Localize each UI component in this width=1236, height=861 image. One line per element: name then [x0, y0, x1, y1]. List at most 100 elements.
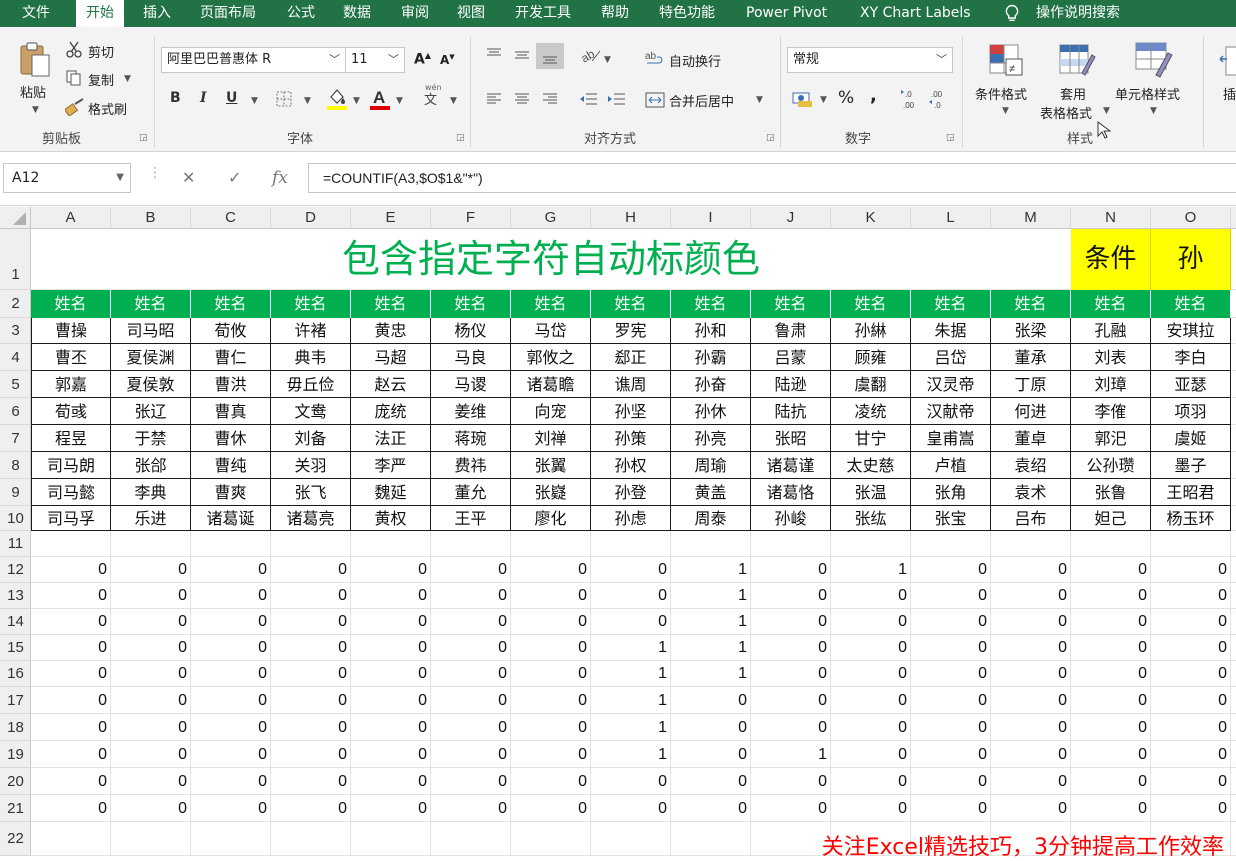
count-cell[interactable]: 0 — [351, 687, 431, 714]
count-cell[interactable]: 0 — [591, 768, 671, 795]
name-cell[interactable]: 吕蒙 — [751, 344, 831, 371]
count-cell[interactable]: 1 — [751, 741, 831, 768]
name-cell[interactable]: 公孙瓒 — [1071, 452, 1151, 479]
name-cell[interactable]: 孙霸 — [671, 344, 751, 371]
count-cell[interactable]: 0 — [911, 795, 991, 822]
name-cell[interactable]: 司马孚 — [31, 506, 111, 531]
count-cell[interactable]: 0 — [511, 687, 591, 714]
name-cell[interactable]: 诸葛谨 — [751, 452, 831, 479]
name-cell[interactable]: 陆逊 — [751, 371, 831, 398]
name-cell[interactable]: 虞姬 — [1151, 425, 1231, 452]
name-cell[interactable]: 袁术 — [991, 479, 1071, 506]
header-cell[interactable]: 姓名 — [351, 290, 431, 318]
count-cell[interactable]: 0 — [351, 741, 431, 768]
name-cell[interactable]: 张郃 — [111, 452, 191, 479]
count-cell[interactable]: 1 — [671, 661, 751, 687]
count-cell[interactable]: 0 — [111, 741, 191, 768]
name-cell[interactable]: 夏侯渊 — [111, 344, 191, 371]
count-cell[interactable]: 0 — [1151, 635, 1231, 661]
count-cell[interactable]: 1 — [591, 661, 671, 687]
count-cell[interactable]: 0 — [1071, 609, 1151, 635]
name-cell[interactable]: 诸葛诞 — [191, 506, 271, 531]
name-cell[interactable]: 董卓 — [991, 425, 1071, 452]
header-cell[interactable]: 姓名 — [911, 290, 991, 318]
count-cell[interactable]: 0 — [831, 768, 911, 795]
name-cell[interactable]: 孙坚 — [591, 398, 671, 425]
name-cell[interactable]: 张温 — [831, 479, 911, 506]
count-cell[interactable]: 0 — [511, 557, 591, 583]
count-cell[interactable]: 0 — [31, 661, 111, 687]
count-cell[interactable]: 1 — [671, 635, 751, 661]
name-cell[interactable]: 顾雍 — [831, 344, 911, 371]
name-cell[interactable]: 王平 — [431, 506, 511, 531]
name-cell[interactable]: 刘备 — [271, 425, 351, 452]
name-cell[interactable]: 诸葛瞻 — [511, 371, 591, 398]
count-cell[interactable]: 0 — [31, 714, 111, 741]
count-cell[interactable]: 0 — [911, 768, 991, 795]
header-cell[interactable]: 姓名 — [111, 290, 191, 318]
count-cell[interactable]: 0 — [1071, 687, 1151, 714]
name-cell[interactable]: 孙峻 — [751, 506, 831, 531]
name-cell[interactable]: 何进 — [991, 398, 1071, 425]
name-cell[interactable]: 孙亮 — [671, 425, 751, 452]
count-cell[interactable]: 0 — [991, 661, 1071, 687]
count-cell[interactable]: 0 — [351, 714, 431, 741]
count-cell[interactable]: 0 — [431, 557, 511, 583]
name-cell[interactable]: 张梁 — [991, 318, 1071, 344]
name-cell[interactable]: 亚瑟 — [1151, 371, 1231, 398]
count-cell[interactable]: 0 — [431, 687, 511, 714]
name-cell[interactable]: 杨仪 — [431, 318, 511, 344]
header-cell[interactable]: 姓名 — [1071, 290, 1151, 318]
count-cell[interactable]: 0 — [751, 714, 831, 741]
count-cell[interactable]: 0 — [511, 635, 591, 661]
count-cell[interactable]: 1 — [591, 714, 671, 741]
count-cell[interactable]: 0 — [591, 795, 671, 822]
name-cell[interactable]: 姜维 — [431, 398, 511, 425]
header-cell[interactable]: 姓名 — [991, 290, 1071, 318]
count-cell[interactable]: 0 — [831, 609, 911, 635]
name-cell[interactable]: 马超 — [351, 344, 431, 371]
count-cell[interactable]: 0 — [31, 583, 111, 609]
name-cell[interactable]: 毋丘俭 — [271, 371, 351, 398]
count-cell[interactable]: 0 — [31, 741, 111, 768]
name-cell[interactable]: 法正 — [351, 425, 431, 452]
count-cell[interactable]: 0 — [1151, 795, 1231, 822]
name-cell[interactable]: 张宝 — [911, 506, 991, 531]
count-cell[interactable]: 0 — [991, 768, 1071, 795]
count-cell[interactable]: 0 — [271, 635, 351, 661]
name-cell[interactable]: 张翼 — [511, 452, 591, 479]
name-cell[interactable]: 司马朗 — [31, 452, 111, 479]
name-cell[interactable]: 周泰 — [671, 506, 751, 531]
name-cell[interactable]: 诸葛恪 — [751, 479, 831, 506]
count-cell[interactable]: 0 — [191, 768, 271, 795]
count-cell[interactable]: 0 — [271, 768, 351, 795]
header-cell[interactable]: 姓名 — [31, 290, 111, 318]
count-cell[interactable]: 0 — [191, 687, 271, 714]
name-cell[interactable]: 曹纯 — [191, 452, 271, 479]
name-cell[interactable]: 郭嘉 — [31, 371, 111, 398]
count-cell[interactable]: 0 — [831, 714, 911, 741]
name-cell[interactable]: 张辽 — [111, 398, 191, 425]
name-cell[interactable]: 孙和 — [671, 318, 751, 344]
name-cell[interactable]: 卢植 — [911, 452, 991, 479]
count-cell[interactable]: 0 — [351, 661, 431, 687]
name-cell[interactable]: 张纮 — [831, 506, 911, 531]
count-cell[interactable]: 0 — [191, 741, 271, 768]
count-cell[interactable]: 0 — [1071, 661, 1151, 687]
count-cell[interactable]: 0 — [911, 741, 991, 768]
name-cell[interactable]: 曹爽 — [191, 479, 271, 506]
name-cell[interactable]: 孙虑 — [591, 506, 671, 531]
name-cell[interactable]: 诸葛亮 — [271, 506, 351, 531]
count-cell[interactable]: 0 — [671, 768, 751, 795]
count-cell[interactable]: 0 — [1151, 557, 1231, 583]
name-cell[interactable]: 刘禅 — [511, 425, 591, 452]
name-cell[interactable]: 典韦 — [271, 344, 351, 371]
count-cell[interactable]: 0 — [31, 768, 111, 795]
count-cell[interactable]: 0 — [831, 635, 911, 661]
count-cell[interactable]: 0 — [991, 795, 1071, 822]
name-cell[interactable]: 周瑜 — [671, 452, 751, 479]
name-cell[interactable]: 廖化 — [511, 506, 591, 531]
name-cell[interactable]: 许褚 — [271, 318, 351, 344]
count-cell[interactable]: 0 — [111, 557, 191, 583]
count-cell[interactable]: 0 — [831, 661, 911, 687]
